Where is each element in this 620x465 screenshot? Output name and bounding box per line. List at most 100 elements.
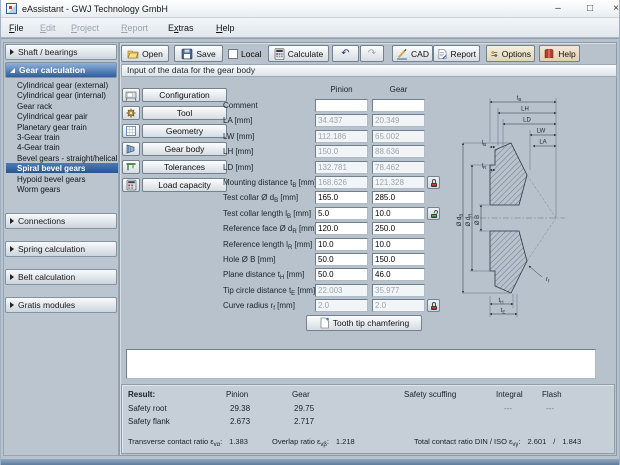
- pinion-column-header: Pinion: [315, 85, 368, 94]
- sidebar-section-gratis-modules[interactable]: Gratis modules: [5, 297, 117, 313]
- hole-diameter-label: Hole Ø B [mm]: [223, 253, 315, 266]
- plane-distance-label: Plane distance tH [mm]: [223, 268, 315, 281]
- open-button[interactable]: Open: [121, 45, 169, 62]
- title-bar: eAssistant - GWJ Technology GmbH: [1, 0, 620, 18]
- test-collar-diameter-pinion-input[interactable]: [315, 191, 368, 204]
- reference-length-pinion-input[interactable]: [315, 238, 368, 251]
- cad-button[interactable]: CAD: [392, 45, 433, 62]
- safety-root-integral-value: ---: [504, 404, 512, 413]
- lw-pinion-input: [315, 130, 368, 143]
- load-capacity-button[interactable]: Load capacity: [142, 178, 227, 192]
- safety-root-pinion-value: 29.38: [230, 404, 250, 413]
- calculate-button[interactable]: Calculate: [268, 45, 329, 62]
- sidebar-item-cylindrical-gear-pair[interactable]: Cylindrical gear pair: [6, 111, 118, 121]
- sidebar-item-cylindrical-gear-external[interactable]: Cylindrical gear (external): [6, 80, 118, 90]
- comment-pinion-input[interactable]: [315, 99, 368, 112]
- sidebar-section-shaft-bearings[interactable]: Shaft / bearings: [5, 44, 117, 60]
- local-checkbox[interactable]: [228, 49, 238, 59]
- dim-label-db: Ø dB: [457, 214, 464, 227]
- sidebar-section-spring-calculation[interactable]: Spring calculation: [5, 241, 117, 257]
- tool-button[interactable]: Tool: [142, 106, 227, 120]
- la-label: LA [mm]: [223, 114, 315, 127]
- plane-distance-pinion-input[interactable]: [315, 268, 368, 281]
- load-capacity-icon[interactable]: [122, 178, 140, 192]
- sidebar-item-hypoid-bevel-gears[interactable]: Hypoid bevel gears: [6, 174, 118, 184]
- test-collar-length-pinion-input[interactable]: [315, 207, 368, 220]
- tooth-tip-chamfering-button[interactable]: Tooth tip chamfering: [306, 315, 422, 331]
- report-button[interactable]: Report: [433, 45, 480, 62]
- result-col-integral: Integral: [496, 390, 523, 399]
- safety-flank-pinion-value: 2.673: [230, 417, 250, 426]
- collapsed-triangle-icon: [10, 274, 14, 280]
- menu-help[interactable]: Help: [214, 18, 237, 38]
- sidebar-item-worm-gears[interactable]: Worm gears: [6, 184, 118, 194]
- dim-label-b: Ø B: [475, 215, 481, 225]
- dim-label-th: tH: [499, 298, 504, 305]
- configuration-button[interactable]: Configuration: [142, 88, 227, 102]
- sidebar-item-3-gear-train[interactable]: 3-Gear train: [6, 132, 118, 142]
- menu-report[interactable]: Report: [119, 18, 150, 38]
- sidebar-item-spiral-bevel-gears[interactable]: Spiral bevel gears: [6, 163, 118, 173]
- hole-diameter-pinion-input[interactable]: [315, 253, 368, 266]
- mounting-distance-lock-closed-icon[interactable]: [427, 176, 440, 189]
- curve-radius-label: Curve radius rf [mm]: [223, 299, 315, 312]
- sidebar-item-planetary-gear-train[interactable]: Planetary gear train: [6, 122, 118, 132]
- close-button[interactable]: ×: [603, 0, 620, 17]
- tolerances-icon[interactable]: [122, 160, 140, 174]
- test-collar-diameter-gear-input[interactable]: [372, 191, 425, 204]
- redo-button[interactable]: ↷: [360, 45, 384, 62]
- geometry-icon[interactable]: [122, 124, 140, 138]
- menu-edit[interactable]: Edit: [38, 18, 58, 38]
- menu-extras[interactable]: Extras: [166, 18, 196, 38]
- total-contact-ratio: Total contact ratio DIN / ISO εvγ:2.601/…: [414, 437, 581, 446]
- reference-length-gear-input[interactable]: [372, 238, 425, 251]
- options-button[interactable]: Options: [486, 45, 535, 62]
- reference-face-diameter-pinion-input[interactable]: [315, 222, 368, 235]
- sidebar-item-bevel-gears-straight-helical[interactable]: Bevel gears - straight/helical: [6, 153, 118, 163]
- sidebar-section-gear-calculation[interactable]: Gear calculation: [5, 62, 117, 78]
- reference-face-diameter-label: Reference face Ø dR [mm]: [223, 222, 315, 235]
- test-collar-length-lock-open-icon[interactable]: [427, 207, 440, 220]
- local-checkbox-group: Local: [228, 45, 261, 62]
- collapsed-triangle-icon: [10, 302, 14, 308]
- navigation-sidebar: Shaft / bearings Gear calculation Cylind…: [3, 42, 119, 456]
- curve-radius-lock-closed-icon[interactable]: [427, 299, 440, 312]
- save-button[interactable]: Save: [174, 45, 223, 62]
- help-button[interactable]: Help: [539, 45, 580, 62]
- overlap-ratio: Overlap ratio εvβ:1.218: [272, 437, 355, 446]
- sidebar-section-connections[interactable]: Connections: [5, 213, 117, 229]
- mounting-distance-gear-input: [372, 176, 425, 189]
- section-title-bar: Input of the data for the gear body: [121, 64, 617, 77]
- undo-button[interactable]: ↶: [332, 45, 359, 62]
- dim-label-ld: LD: [523, 118, 531, 124]
- sidebar-item-gear-rack[interactable]: Gear rack: [6, 101, 118, 111]
- report-document-icon: [437, 48, 447, 60]
- minimize-button[interactable]: –: [545, 0, 571, 17]
- dim-label-dr: Ø dR: [466, 213, 473, 227]
- tolerances-button[interactable]: Tolerances: [142, 160, 227, 174]
- comment-gear-input[interactable]: [372, 99, 425, 112]
- tip-circle-distance-gear-input: [372, 284, 425, 297]
- mounting-distance-pinion-input: [315, 176, 368, 189]
- menu-file[interactable]: File: [7, 18, 26, 38]
- gear-body-icon[interactable]: [122, 142, 140, 156]
- reference-face-diameter-gear-input[interactable]: [372, 222, 425, 235]
- hole-diameter-gear-input[interactable]: [372, 253, 425, 266]
- configuration-icon[interactable]: [122, 88, 140, 102]
- menu-project[interactable]: Project: [69, 18, 101, 38]
- lh-pinion-input: [315, 145, 368, 158]
- lw-gear-input: [372, 130, 425, 143]
- gear-body-button[interactable]: Gear body: [142, 142, 227, 156]
- maximize-button[interactable]: □: [577, 0, 603, 17]
- sidebar-section-belt-calculation[interactable]: Belt calculation: [5, 269, 117, 285]
- test-collar-length-gear-input[interactable]: [372, 207, 425, 220]
- window-bottom-edge: [1, 459, 620, 465]
- sidebar-item-4-gear-train[interactable]: 4-Gear train: [6, 142, 118, 152]
- ld-gear-input: [372, 161, 425, 174]
- plane-distance-gear-input[interactable]: [372, 268, 425, 281]
- tool-icon[interactable]: [122, 106, 140, 120]
- sidebar-item-cylindrical-gear-internal[interactable]: Cylindrical gear (internal): [6, 90, 118, 100]
- comment-text-area[interactable]: [126, 349, 596, 379]
- geometry-button[interactable]: Geometry: [142, 124, 227, 138]
- dim-label-lh: LH: [521, 107, 529, 113]
